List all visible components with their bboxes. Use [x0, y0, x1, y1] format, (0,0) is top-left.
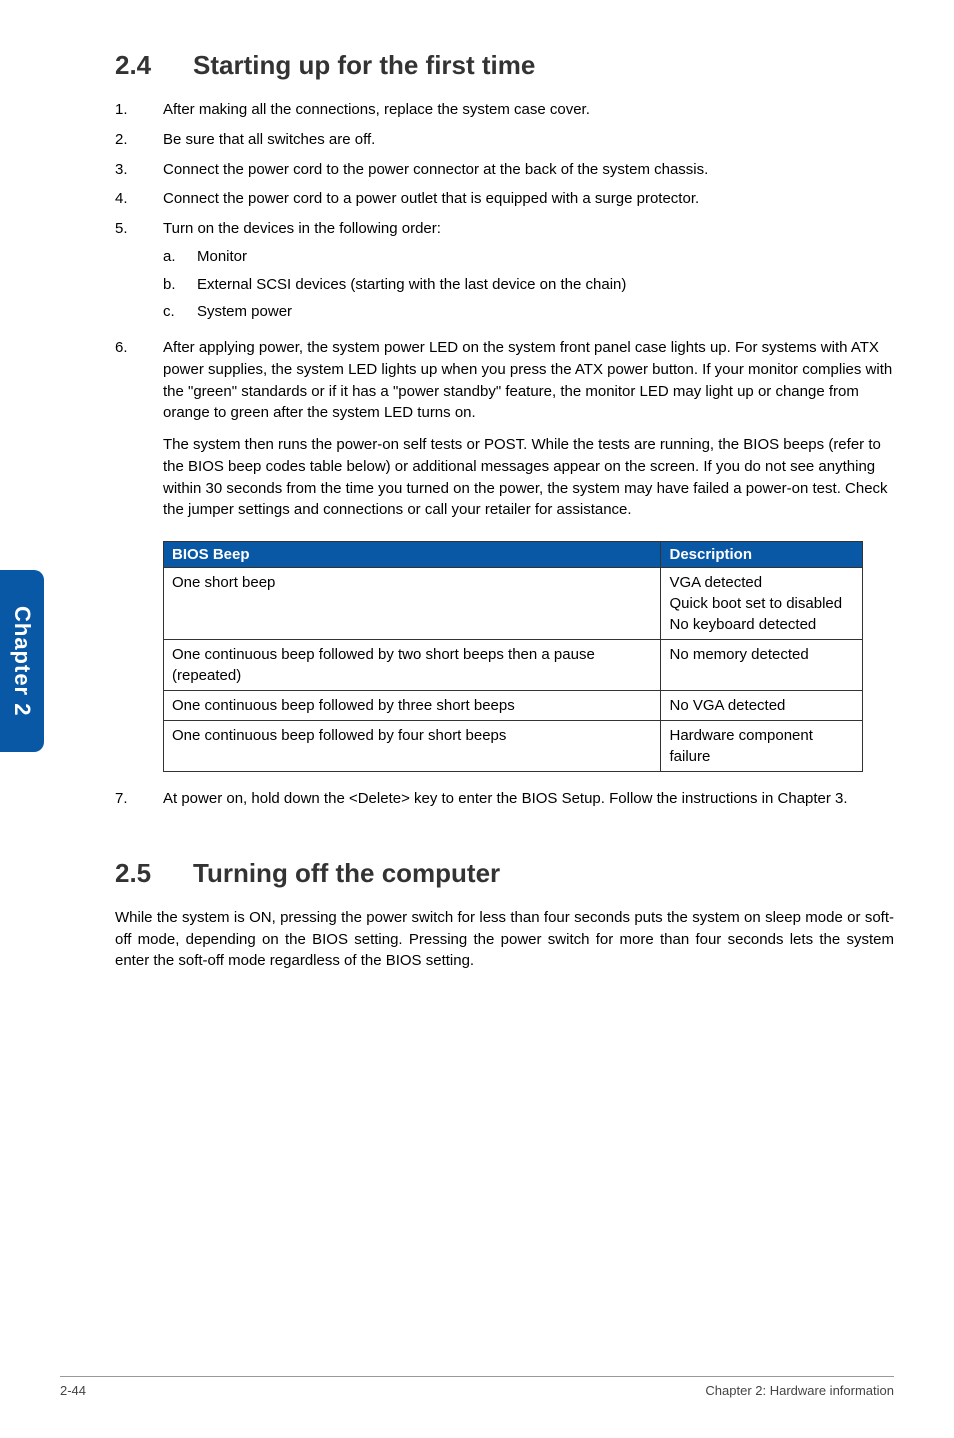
sub-list-item: a. Monitor	[163, 246, 894, 268]
table-cell: VGA detected Quick boot set to disabled …	[661, 568, 863, 640]
section-number: 2.4	[115, 50, 193, 81]
sub-letter: a.	[163, 246, 197, 268]
bios-beep-table: BIOS Beep Description One short beep VGA…	[163, 541, 863, 772]
list-item: 6. After applying power, the system powe…	[115, 337, 894, 521]
table-cell: No memory detected	[661, 640, 863, 691]
sub-list: a. Monitor b. External SCSI devices (sta…	[163, 246, 894, 323]
table-row: One continuous beep followed by four sho…	[164, 721, 863, 772]
sub-list-item: c. System power	[163, 301, 894, 323]
item-number: 1.	[115, 99, 163, 121]
table-cell: One continuous beep followed by three sh…	[164, 691, 661, 721]
section-title: Starting up for the first time	[193, 50, 535, 81]
item-number: 4.	[115, 188, 163, 210]
steps-list: 1. After making all the connections, rep…	[115, 99, 894, 521]
table-cell: One continuous beep followed by two shor…	[164, 640, 661, 691]
table-header-row: BIOS Beep Description	[164, 542, 863, 568]
sub-letter: b.	[163, 274, 197, 296]
sub-letter: c.	[163, 301, 197, 323]
list-item: 7. At power on, hold down the <Delete> k…	[115, 788, 894, 810]
table-cell: One continuous beep followed by four sho…	[164, 721, 661, 772]
list-item: 1. After making all the connections, rep…	[115, 99, 894, 121]
table-header: Description	[661, 542, 863, 568]
list-item: 3. Connect the power cord to the power c…	[115, 159, 894, 181]
table-row: One short beep VGA detected Quick boot s…	[164, 568, 863, 640]
item-number: 3.	[115, 159, 163, 181]
footer-chapter: Chapter 2: Hardware information	[705, 1383, 894, 1398]
page-footer: 2-44 Chapter 2: Hardware information	[60, 1376, 894, 1398]
section-number: 2.5	[115, 858, 193, 889]
section-body: While the system is ON, pressing the pow…	[115, 907, 894, 972]
section-2-5: 2.5 Turning off the computer While the s…	[115, 858, 894, 972]
table-row: One continuous beep followed by three sh…	[164, 691, 863, 721]
table-cell: Hardware component failure	[661, 721, 863, 772]
table-cell: One short beep	[164, 568, 661, 640]
table-header: BIOS Beep	[164, 542, 661, 568]
sub-text: System power	[197, 301, 292, 323]
footer-page-number: 2-44	[60, 1383, 86, 1398]
section-heading-2-4: 2.4 Starting up for the first time	[115, 50, 894, 81]
item-text-main: After applying power, the system power L…	[163, 339, 892, 421]
item-extra-paragraph: The system then runs the power-on self t…	[163, 434, 894, 521]
item-text: After applying power, the system power L…	[163, 337, 894, 521]
list-item: 5. Turn on the devices in the following …	[115, 218, 894, 329]
item-number: 2.	[115, 129, 163, 151]
sub-list-item: b. External SCSI devices (starting with …	[163, 274, 894, 296]
table-row: One continuous beep followed by two shor…	[164, 640, 863, 691]
section-heading-2-5: 2.5 Turning off the computer	[115, 858, 894, 889]
item-number: 6.	[115, 337, 163, 521]
sub-text: Monitor	[197, 246, 247, 268]
item-text: Turn on the devices in the following ord…	[163, 218, 894, 329]
list-item: 2. Be sure that all switches are off.	[115, 129, 894, 151]
chapter-side-tab-text: Chapter 2	[9, 606, 35, 716]
item-text: Be sure that all switches are off.	[163, 129, 894, 151]
table-cell: No VGA detected	[661, 691, 863, 721]
item-text: After making all the connections, replac…	[163, 99, 894, 121]
item-number: 7.	[115, 788, 163, 810]
list-item: 4. Connect the power cord to a power out…	[115, 188, 894, 210]
item-text-main: Turn on the devices in the following ord…	[163, 220, 441, 237]
chapter-side-tab: Chapter 2	[0, 570, 44, 752]
item-text: Connect the power cord to the power conn…	[163, 159, 894, 181]
item-text: Connect the power cord to a power outlet…	[163, 188, 894, 210]
item-number: 5.	[115, 218, 163, 329]
section-title: Turning off the computer	[193, 858, 500, 889]
steps-list-continued: 7. At power on, hold down the <Delete> k…	[115, 788, 894, 810]
sub-text: External SCSI devices (starting with the…	[197, 274, 626, 296]
item-text: At power on, hold down the <Delete> key …	[163, 788, 894, 810]
